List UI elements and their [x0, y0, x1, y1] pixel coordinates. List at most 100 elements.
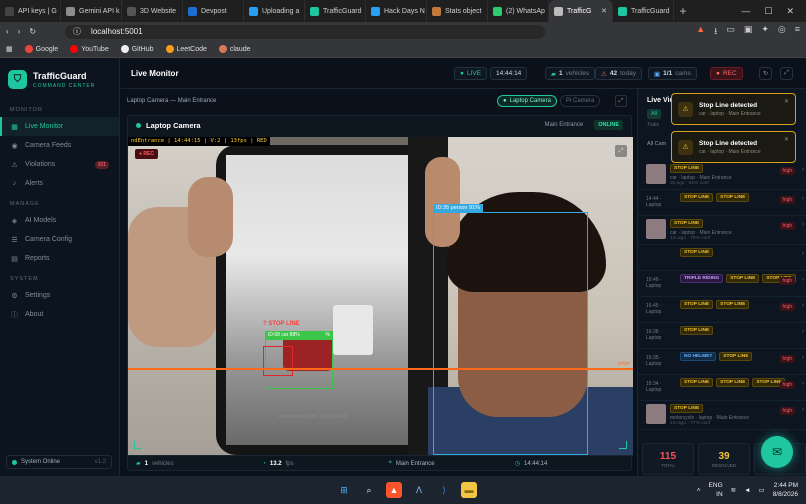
list-item[interactable]: 16:38 · Laptop STOP LINE › — [638, 323, 806, 349]
battery-icon[interactable]: ▭ — [759, 486, 765, 494]
wallet-icon[interactable]: ▣ — [744, 24, 753, 40]
menu-icon[interactable]: ≡ — [795, 24, 800, 40]
nav-ai-models[interactable]: ◈ AI Models — [0, 211, 119, 230]
download-icon[interactable]: ⭳ — [714, 24, 717, 40]
list-item[interactable]: STOP LINE › — [638, 245, 806, 271]
feed-fullscreen-icon[interactable]: ⤢ — [615, 145, 627, 157]
forward-icon[interactable]: › — [18, 27, 21, 36]
nav-camera-config[interactable]: ☰ Camera Config — [0, 230, 119, 249]
chevron-up-icon[interactable]: ˄ — [697, 487, 701, 494]
taskbar: ⊞ ⌕ ▲ Λ ⟩ ▬ ˄ ENG IN ≋ ◄ ▭ 2:44 PM 8/8/202… — [0, 476, 806, 504]
browser-tab[interactable]: Uploading a — [244, 0, 305, 22]
maximize-icon[interactable]: ☐ — [764, 6, 772, 17]
list-item[interactable]: STOP LINE car · laptop · Main Entrance 1m … — [638, 216, 806, 245]
nav-alerts[interactable]: ♪ Alerts — [0, 174, 119, 193]
new-tab-button[interactable]: + — [674, 4, 692, 18]
bookmark-google[interactable]: Google — [24, 45, 58, 53]
browser-tab[interactable]: Stats object — [427, 0, 488, 22]
chevron-right-icon[interactable]: › — [802, 329, 804, 335]
chevron-right-icon[interactable]: › — [802, 196, 804, 202]
list-item[interactable]: 16:46 · Laptop TRIPLE RIDING STOP LINE STOP… — [638, 271, 806, 297]
folder-icon[interactable]: ▬ — [461, 482, 477, 498]
event-tags: STOP LINE — [680, 248, 801, 257]
filter-all-button[interactable]: All — [647, 109, 662, 119]
list-item[interactable]: NO HELMET› — [638, 430, 806, 431]
browser-tab[interactable]: Devpost — [183, 0, 244, 22]
chevron-right-icon[interactable]: › — [802, 277, 804, 283]
url-input[interactable]: ⓘ localhost:5001 — [65, 24, 546, 39]
vscode-icon[interactable]: ⟩ — [436, 482, 452, 498]
list-item[interactable]: 16:34 · Laptop STOP LINE STOP LINE STOP LIN… — [638, 375, 806, 401]
expand-icon[interactable]: ⤢ — [615, 95, 627, 107]
favicon-icon — [432, 6, 441, 16]
bookmark-github[interactable]: GitHub — [120, 45, 154, 53]
tab-pi-camera[interactable]: Pi Camera — [560, 95, 601, 107]
chat-button[interactable]: ✉ — [761, 436, 793, 468]
chevron-right-icon[interactable]: › — [802, 251, 804, 257]
close-tab-icon[interactable]: ✕ — [601, 7, 607, 15]
clock[interactable]: 2:44 PM 8/8/2026 — [773, 481, 798, 499]
bookmark-leetcode[interactable]: LeetCode — [165, 45, 207, 53]
chevron-right-icon[interactable]: › — [802, 381, 804, 387]
browser-tab[interactable]: 3D Website — [122, 0, 183, 22]
browser-tab[interactable]: API keys | G — [0, 0, 61, 22]
nav-live-monitor[interactable]: ▦ Live Monitor — [0, 117, 119, 136]
site-info-icon[interactable]: ⓘ — [73, 26, 81, 37]
volume-icon[interactable]: ◄ — [744, 487, 750, 494]
vpn-icon[interactable]: ◎ — [778, 24, 786, 40]
browser-tab[interactable]: Hack Days N — [366, 0, 427, 22]
bookmark-youtube[interactable]: YouTube — [70, 45, 109, 53]
rec-button[interactable]: ● REC — [710, 67, 743, 80]
nav-about[interactable]: ⓘ About — [0, 305, 119, 324]
close-icon[interactable]: ✕ — [784, 136, 789, 143]
chevron-right-icon[interactable]: › — [802, 355, 804, 361]
apps-grid-icon[interactable]: ▦ — [6, 45, 13, 53]
brave-shield-icon[interactable]: ▲ — [696, 24, 705, 40]
list-item[interactable]: 16:35 · Laptop NO HELMET STOP LINE high › — [638, 349, 806, 375]
nav-camera-feeds[interactable]: ◉ Camera Feeds — [0, 136, 119, 155]
bookmark-claude[interactable]: claude — [218, 45, 251, 53]
toast-stop-line-1[interactable]: ⚠ Stop Line detected car · laptop · Main … — [671, 93, 796, 125]
list-item[interactable]: STOP LINE car · laptop · Main Entrance 3s … — [638, 161, 806, 190]
browser-tab[interactable]: TrafficGuard — [613, 0, 674, 22]
reload-icon[interactable]: ↻ — [29, 27, 36, 36]
brave-browser-icon[interactable]: ▲ — [386, 482, 402, 498]
list-item[interactable]: STOP LINE motorcycle · laptop · Main Entr… — [638, 401, 806, 430]
refresh-button[interactable]: ↻ — [759, 67, 772, 80]
severity-badge: high — [779, 277, 795, 285]
list-item[interactable]: 16:45 · Laptop STOP LINE STOP LINE high › — [638, 297, 806, 323]
region-text: IN — [716, 491, 723, 498]
search-icon[interactable]: ⌕ — [361, 482, 377, 498]
tab-label: Laptop Camera — [509, 98, 551, 104]
chevron-right-icon[interactable]: › — [802, 303, 804, 309]
wifi-icon[interactable]: ≋ — [731, 486, 736, 494]
back-icon[interactable]: ‹ — [6, 27, 9, 36]
chevron-right-icon[interactable]: › — [802, 407, 804, 413]
tab-laptop-camera[interactable]: ● Laptop Camera — [497, 95, 557, 107]
browser-tab[interactable]: TrafficG ✕ — [549, 0, 613, 22]
close-icon[interactable]: ✕ — [784, 98, 789, 105]
fullscreen-button[interactable]: ⤢ — [780, 67, 793, 80]
chevron-right-icon[interactable]: › — [802, 222, 804, 228]
language-indicator[interactable]: ENG IN — [709, 481, 723, 499]
favicon-icon — [5, 6, 14, 16]
camera-filter-select[interactable]: All Cam — [647, 141, 666, 147]
chevron-right-icon[interactable]: › — [802, 167, 804, 173]
app-icon[interactable]: Λ — [411, 482, 427, 498]
browser-tab[interactable]: TrafficGuard — [305, 0, 366, 22]
list-item[interactable]: 14:44 · Laptop STOP LINE STOP LINE high › — [638, 190, 806, 216]
nav-reports[interactable]: ▤ Reports — [0, 249, 119, 268]
browser-tab[interactable]: Gemini API k — [61, 0, 122, 22]
extensions-icon[interactable]: ✦ — [761, 24, 769, 40]
nav-settings[interactable]: ⚙ Settings — [0, 286, 119, 305]
camera-feed[interactable]: shutterstock.com · 2335787047 ndEntrance… — [128, 137, 633, 455]
sidebar-icon[interactable]: ▭ — [726, 24, 735, 40]
close-window-icon[interactable]: ✕ — [786, 6, 794, 17]
toast-stop-line-2[interactable]: ⚠ Stop Line detected car · laptop · Main … — [671, 131, 796, 163]
windows-start-icon[interactable]: ⊞ — [336, 482, 352, 498]
nav-violations[interactable]: ⚠ Violations 101 — [0, 155, 119, 174]
violation-tag: STOP LINE — [670, 219, 704, 228]
tab-title: API keys | G — [18, 7, 57, 15]
minimize-icon[interactable]: — — [741, 6, 750, 17]
browser-tab[interactable]: (2) WhatsAp — [488, 0, 549, 22]
